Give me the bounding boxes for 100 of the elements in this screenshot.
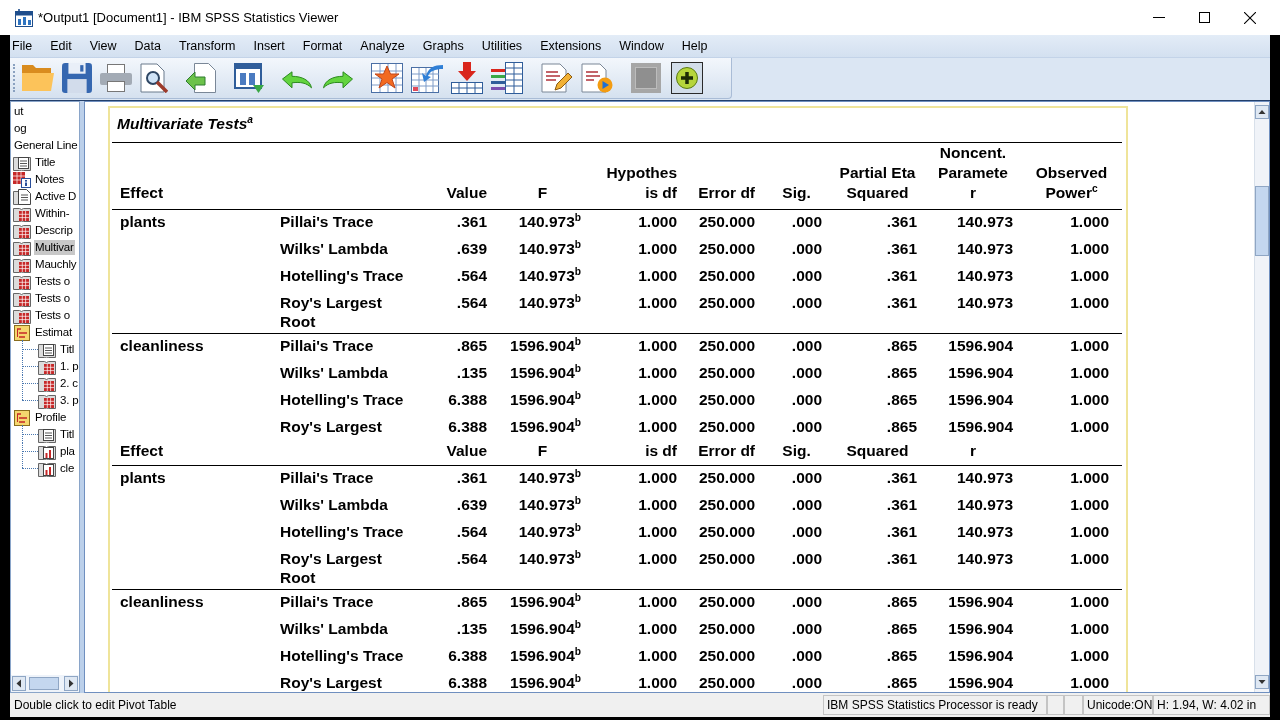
outline-item[interactable]: Title	[34, 155, 57, 170]
document-icon	[13, 188, 31, 205]
menu-item[interactable]: Insert	[253, 38, 285, 54]
print-preview-icon[interactable]	[140, 63, 168, 93]
outline-item[interactable]: og	[13, 121, 28, 136]
scroll-down-icon[interactable]	[1255, 675, 1269, 689]
redo-icon[interactable]	[323, 71, 353, 89]
outline-item[interactable]: Profile	[34, 410, 68, 425]
table-cell: .000	[763, 209, 830, 237]
menu-item[interactable]: Format	[302, 38, 343, 54]
star-grid-icon[interactable]	[371, 63, 403, 93]
outline-item[interactable]: Mauchly	[34, 257, 78, 272]
outline-item[interactable]: Multivar	[34, 240, 75, 255]
effect-cell: plants	[112, 209, 276, 334]
processor-status: IBM SPSS Statistics Processor is ready	[823, 695, 1047, 715]
outline-icon	[13, 324, 31, 341]
table-cell-text: 1596.904	[947, 619, 1014, 639]
table-cell-text: .000	[790, 495, 823, 515]
table-cell-text: 140.973$^{b}$	[517, 494, 582, 515]
table-cell-text: .865	[885, 363, 918, 383]
column-header: Sig.	[763, 438, 830, 466]
horizontal-scrollbar[interactable]	[11, 675, 79, 692]
outline-item[interactable]: Titl	[59, 342, 76, 357]
outline-item[interactable]: Titl	[59, 427, 76, 442]
table-cell-text: .865	[885, 646, 918, 666]
menu-item[interactable]: Data	[134, 38, 161, 54]
outline-item[interactable]: Active D	[34, 189, 78, 204]
table-cell: .564	[420, 547, 495, 590]
arrow-grid-icon[interactable]	[451, 62, 483, 94]
table-cell-text: 1.000	[1069, 239, 1110, 259]
table-cell-text: .361	[885, 522, 918, 542]
close-icon[interactable]	[1244, 11, 1256, 24]
table-cell-text: 1596.904$^{b}$	[509, 416, 582, 437]
table-cell: 1596.904$^{b}$	[495, 589, 590, 617]
vertical-scrollbar[interactable]	[1254, 102, 1269, 692]
table-cell: 1.000	[1021, 333, 1122, 361]
save-icon[interactable]	[62, 63, 92, 93]
scrollbar-thumb[interactable]	[1255, 186, 1269, 256]
outline-item[interactable]: Tests o	[34, 291, 72, 306]
unicode-status: Unicode:ON	[1083, 695, 1153, 715]
table-cell: 140.973$^{b}$	[495, 465, 590, 493]
table-cell: .361	[420, 209, 495, 237]
window-arrow-icon[interactable]	[234, 63, 264, 93]
table-cell-text: 1.000	[637, 522, 678, 542]
scroll-up-icon[interactable]	[1255, 105, 1269, 119]
menu-item[interactable]: Analyze	[360, 38, 405, 54]
column-header: F	[495, 142, 590, 210]
menu-item[interactable]: Transform	[179, 38, 236, 54]
scrollbar-thumb[interactable]	[29, 677, 59, 690]
table-cell: .000	[763, 465, 830, 493]
outline-item[interactable]: Estimat	[34, 325, 73, 340]
table-cell-text: 1.000	[1069, 390, 1110, 410]
menu-item[interactable]: Window	[619, 38, 664, 54]
column-header: F	[495, 438, 590, 466]
table-cell: 140.973$^{b}$	[495, 547, 590, 590]
table-icon	[13, 307, 31, 324]
undo-icon[interactable]	[282, 71, 312, 89]
column-header: Sig.	[763, 142, 830, 210]
add-button[interactable]	[671, 62, 703, 94]
scroll-right-icon[interactable]	[64, 676, 78, 691]
outline-item[interactable]: Within-	[34, 206, 71, 221]
outline-item[interactable]: pla	[59, 444, 76, 459]
outline-item[interactable]: cle	[59, 461, 76, 476]
table-cell-text: .135	[455, 363, 488, 383]
maximize-icon[interactable]	[1199, 12, 1210, 23]
table-cell-text: 1.000	[1069, 495, 1110, 515]
column-header: Error df	[685, 142, 763, 210]
menu-item[interactable]: Help	[681, 38, 708, 54]
outline-item[interactable]: ut	[13, 104, 25, 119]
table-cell-text: 1.000	[637, 417, 678, 437]
menu-item[interactable]: Utilities	[481, 38, 523, 54]
table-cell-text: 1.000	[1069, 619, 1110, 639]
outline-item[interactable]: Tests o	[34, 308, 72, 323]
table-cell-text: 1.000	[1069, 673, 1110, 692]
document-arrow-icon[interactable]	[186, 63, 216, 93]
document-pencil-icon[interactable]	[541, 63, 573, 93]
table-cell: 1.000	[1021, 547, 1122, 590]
table-cell: .361	[830, 209, 925, 237]
table-cell-text: .000	[790, 619, 823, 639]
bars-grid-icon[interactable]	[491, 62, 523, 94]
menu-item[interactable]: View	[89, 38, 117, 54]
scroll-left-icon[interactable]	[12, 676, 26, 691]
table-cell-text: 1596.904	[947, 417, 1014, 437]
print-icon[interactable]	[100, 64, 132, 92]
test-name-cell-text: Wilks' Lambda	[279, 619, 389, 639]
outline-item[interactable]: 3. p	[59, 393, 79, 408]
outline-item[interactable]: 2. c	[59, 376, 79, 391]
outline-item[interactable]: Descrip	[34, 223, 74, 238]
menu-item[interactable]: File	[12, 38, 33, 54]
outline-item[interactable]: Notes	[34, 172, 66, 187]
table-cell: .361	[830, 465, 925, 493]
menu-item[interactable]: Graphs	[422, 38, 464, 54]
menu-item[interactable]: Extensions	[540, 38, 602, 54]
menu-item[interactable]: Edit	[50, 38, 72, 54]
outline-item[interactable]: 1. p	[59, 359, 79, 374]
document-play-icon[interactable]	[581, 63, 613, 93]
outline-item[interactable]: General Line	[13, 138, 79, 153]
outline-item[interactable]: Tests o	[34, 274, 72, 289]
table-cell: 1.000	[1021, 589, 1122, 617]
grid-arrow-icon[interactable]	[411, 63, 443, 93]
